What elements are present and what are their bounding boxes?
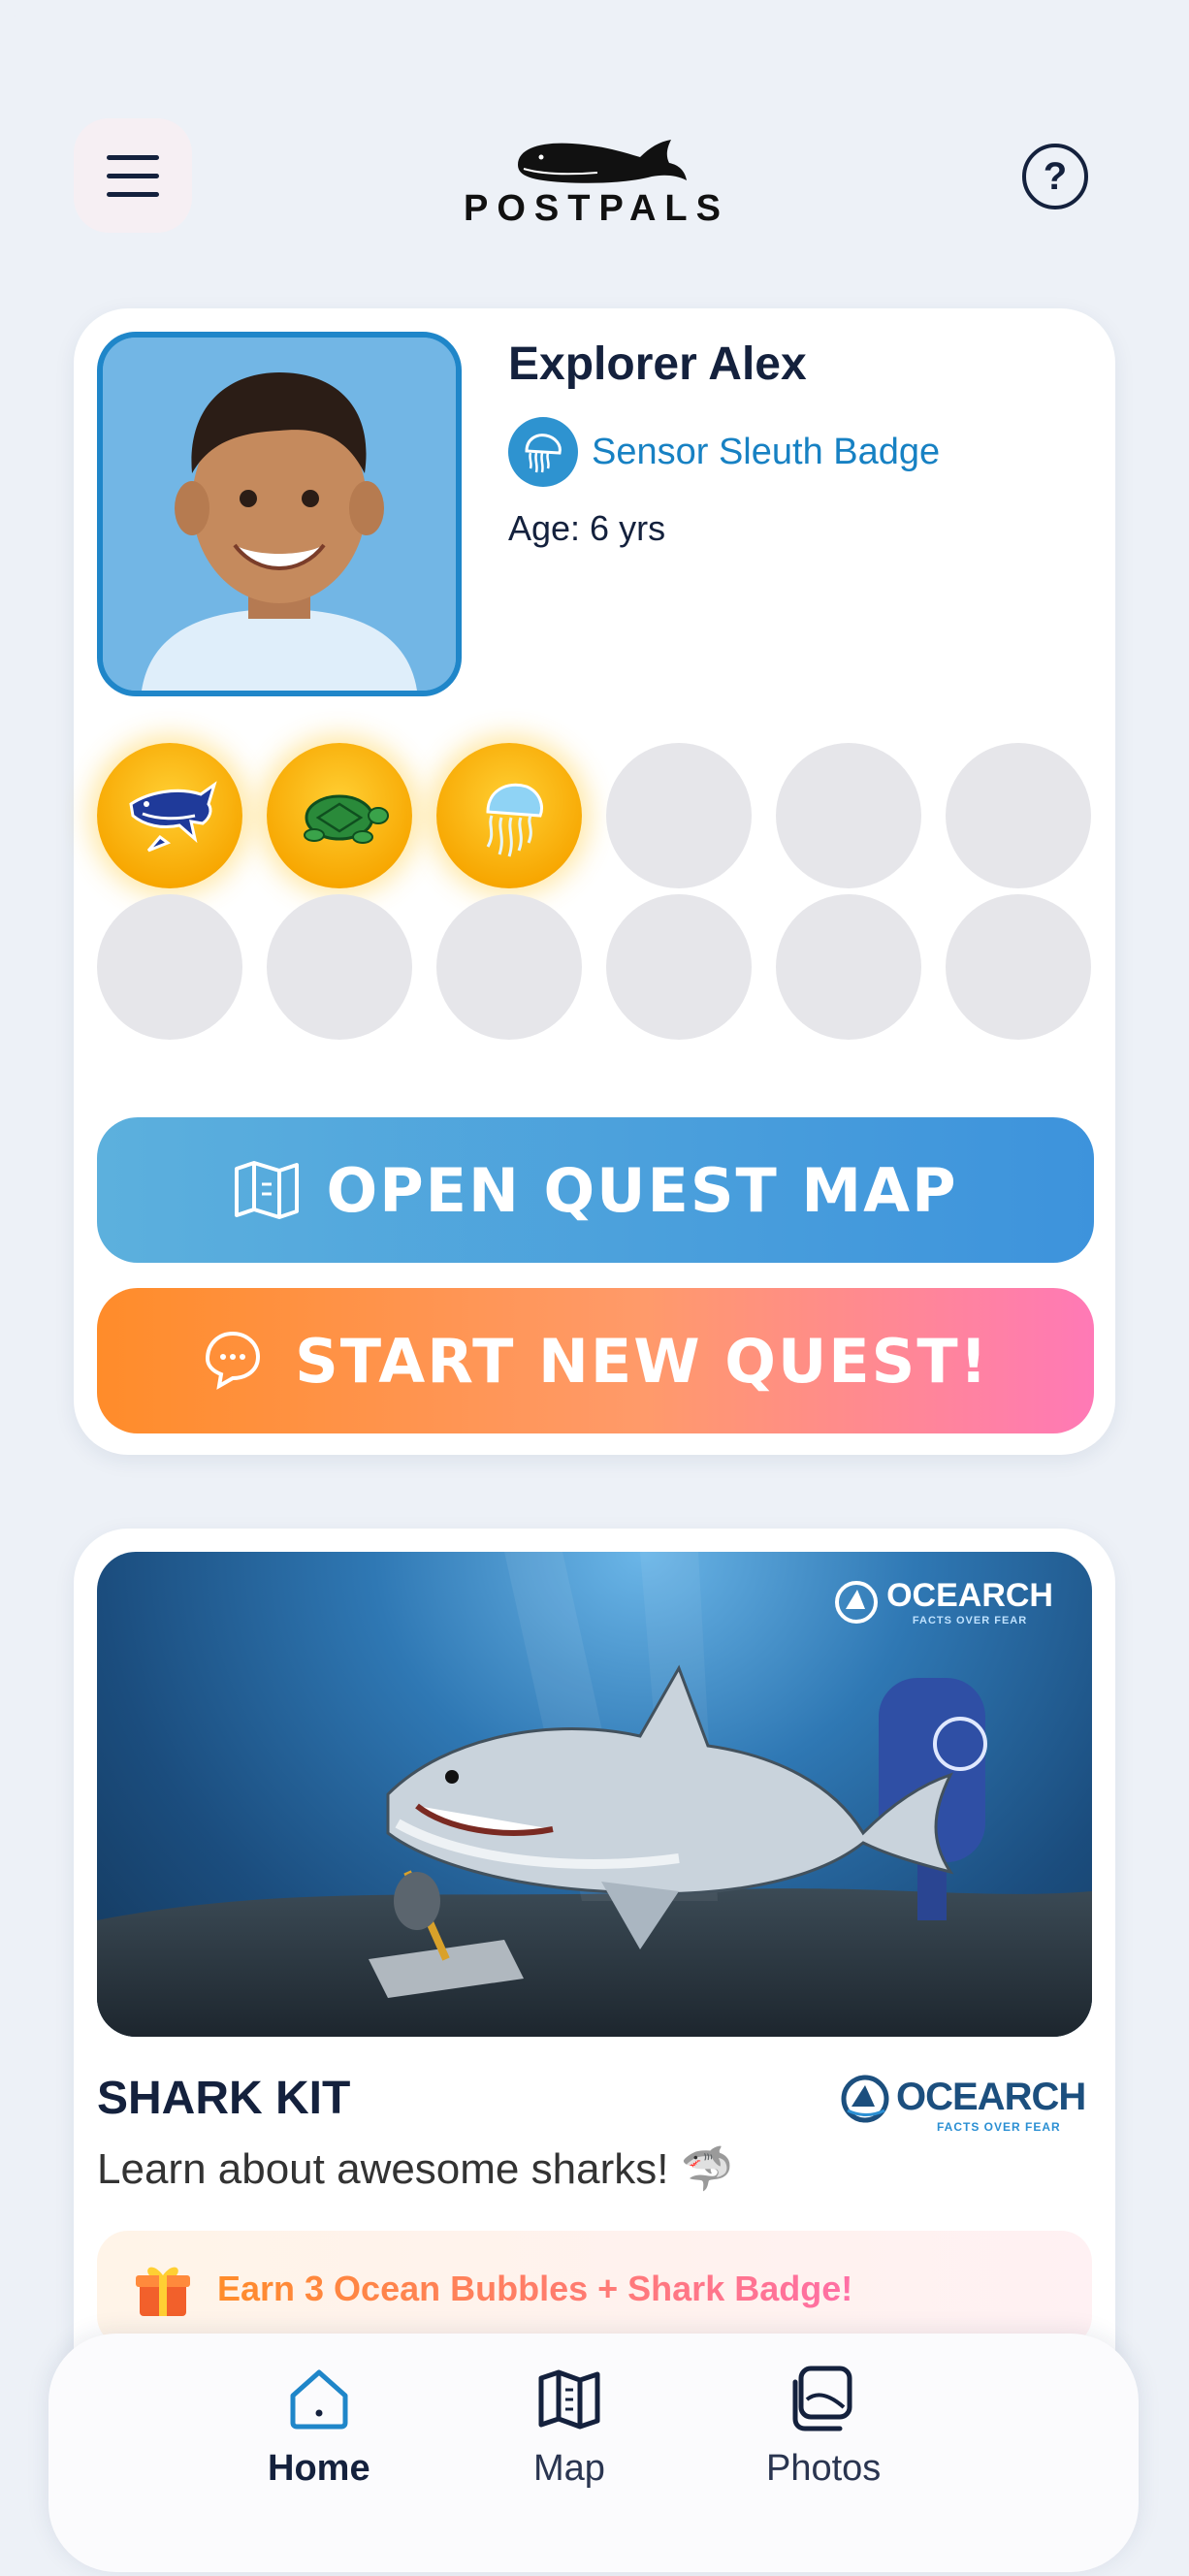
- photos-icon: [792, 2366, 852, 2431]
- partner-tagline: FACTS OVER FEAR: [937, 2120, 1061, 2134]
- bubble-slot[interactable]: [436, 743, 582, 888]
- bubble-slot: [776, 894, 921, 1040]
- bubble-slot[interactable]: [97, 743, 242, 888]
- kit-card[interactable]: OCEARCH FACTS OVER FEAR SHARK KIT OCEARC…: [74, 1529, 1115, 2401]
- nav-label-photos: Photos: [766, 2448, 882, 2489]
- bubble-slot: [97, 894, 242, 1040]
- bubble-slot: [946, 743, 1091, 888]
- jellyfish-badge-icon: [508, 417, 578, 487]
- kit-image: OCEARCH FACTS OVER FEAR: [97, 1552, 1092, 2037]
- menu-icon-bar: [107, 154, 159, 160]
- reward-banner: Earn 3 Ocean Bubbles + Shark Badge!: [97, 2231, 1092, 2347]
- menu-icon-bar: [107, 173, 159, 178]
- ocearch-logo-icon: [841, 2075, 889, 2123]
- home-icon: [290, 2369, 348, 2430]
- nav-label-home: Home: [268, 2448, 370, 2489]
- gift-icon: [136, 2267, 190, 2316]
- menu-button[interactable]: [74, 118, 192, 233]
- reward-text: Earn 3 Ocean Bubbles + Shark Badge!: [217, 2269, 853, 2308]
- jellyfish-icon: [486, 783, 543, 857]
- bubble-slot: [436, 894, 582, 1040]
- age-label: Age: 6 yrs: [508, 508, 666, 548]
- question-mark-icon: ?: [1043, 154, 1068, 198]
- kit-description: Learn about awesome sharks! 🦈: [97, 2145, 734, 2193]
- open-quest-map-label: OPEN QUEST MAP: [326, 1154, 958, 1226]
- bubble-slot[interactable]: [267, 743, 412, 888]
- map-icon: [538, 2369, 600, 2430]
- map-icon: [235, 1161, 300, 1219]
- shark-icon: [129, 781, 217, 853]
- menu-icon-bar: [107, 191, 159, 197]
- bubble-slot: [267, 894, 412, 1040]
- partner-name: OCEARCH: [896, 2076, 1086, 2118]
- nav-label-map: Map: [533, 2448, 605, 2489]
- image-brand-watermark: OCEARCH FACTS OVER FEAR: [834, 1577, 1053, 1626]
- bubble-slot: [946, 894, 1091, 1040]
- bottom-nav: Home Map Photos: [48, 2334, 1139, 2572]
- start-new-quest-button[interactable]: START NEW QUEST!: [97, 1288, 1094, 1433]
- ocean-bubbles-grid: [97, 743, 1094, 1040]
- nav-item-map[interactable]: Map: [533, 2365, 605, 2490]
- app-screen: POSTPALS ? Explorer Alex Sensor Sleuth B…: [0, 0, 1189, 2576]
- profile-card: Explorer Alex Sensor Sleuth Badge Age: 6…: [74, 308, 1115, 1455]
- image-brand-name: OCEARCH: [886, 1577, 1053, 1614]
- whale-logo-icon: [518, 140, 687, 183]
- kit-title: SHARK KIT: [97, 2073, 351, 2124]
- current-badge: Sensor Sleuth Badge: [508, 417, 940, 487]
- partner-logo: OCEARCH FACTS OVER FEAR: [840, 2074, 1102, 2141]
- start-new-quest-label: START NEW QUEST!: [295, 1325, 989, 1397]
- app-logo: POSTPALS: [446, 136, 747, 233]
- logo-text: POSTPALS: [464, 188, 729, 229]
- chat-bubbles-icon: [206, 1331, 261, 1390]
- image-brand-tagline: FACTS OVER FEAR: [912, 1615, 1028, 1626]
- child-photo-icon: [103, 338, 456, 691]
- bubble-slot: [776, 743, 921, 888]
- profile-name: Explorer Alex: [508, 338, 807, 390]
- nav-item-home[interactable]: Home: [268, 2365, 370, 2490]
- avatar[interactable]: [97, 332, 462, 696]
- ocearch-mark-icon: [835, 1580, 879, 1624]
- badge-name: Sensor Sleuth Badge: [592, 431, 941, 472]
- nav-item-photos[interactable]: Photos: [766, 2365, 881, 2490]
- bubble-slot: [606, 894, 752, 1040]
- help-button[interactable]: ?: [1022, 144, 1088, 209]
- bubble-slot: [606, 743, 752, 888]
- open-quest-map-button[interactable]: OPEN QUEST MAP: [97, 1117, 1094, 1263]
- turtle-icon: [304, 794, 389, 844]
